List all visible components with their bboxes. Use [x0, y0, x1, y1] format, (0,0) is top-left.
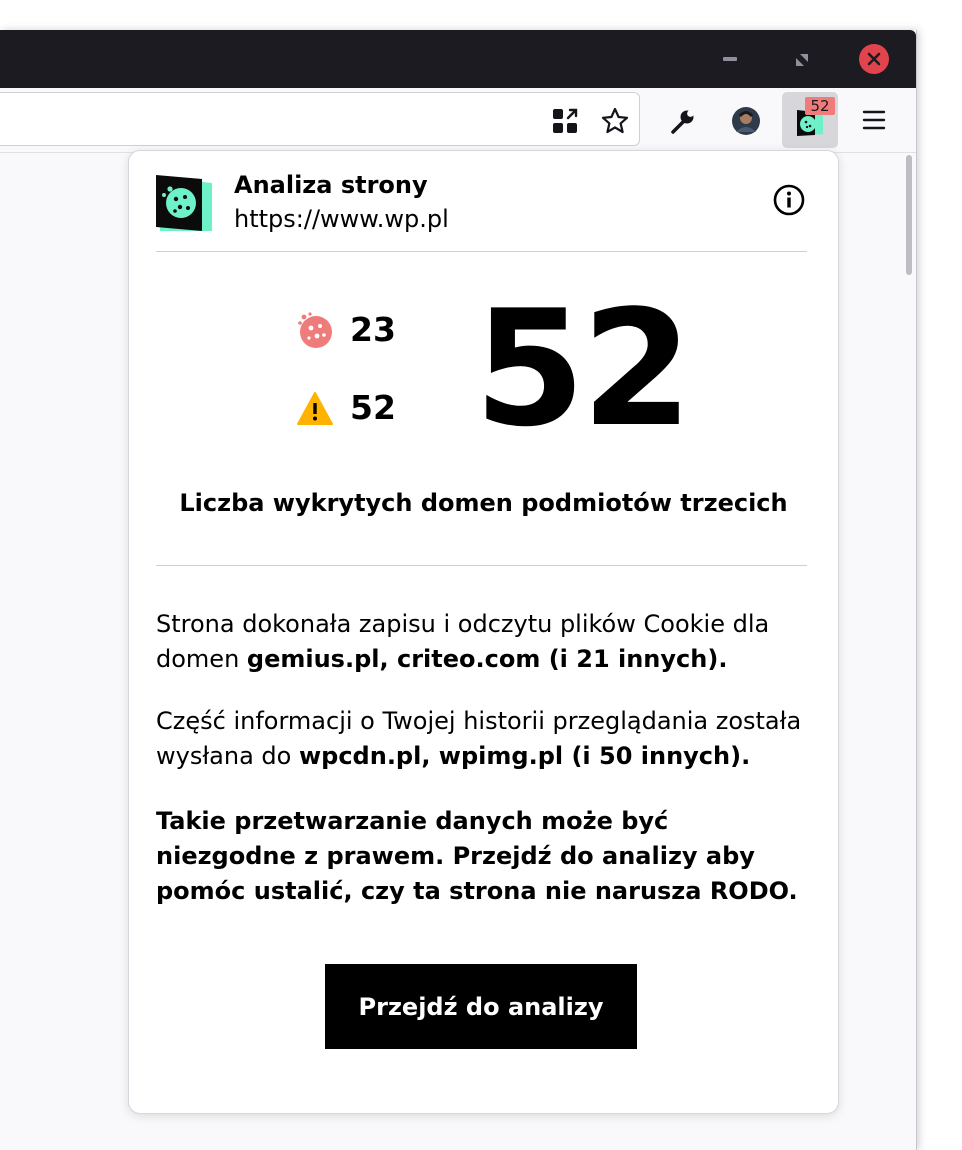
site-url: https://www.wp.pl	[234, 205, 449, 233]
legal-warning: Takie przetwarzanie danych może być niez…	[156, 807, 798, 905]
warning-domain-count: 52	[350, 388, 396, 427]
wrench-icon[interactable]	[668, 106, 698, 136]
close-icon[interactable]	[859, 44, 889, 74]
extension-popup: Analiza strony https://www.wp.pl 23 52 5…	[128, 150, 839, 1114]
extension-badge: 52	[805, 97, 835, 115]
stats-divider	[156, 565, 807, 566]
bookmark-star-icon[interactable]	[599, 105, 631, 137]
cookies-paragraph: Strona dokonała zapisu i odczytu plików …	[156, 607, 816, 677]
extensions-grid-icon[interactable]	[550, 106, 580, 136]
minimize-icon[interactable]	[723, 57, 737, 61]
history-paragraph: Część informacji o Twojej historii przeg…	[156, 704, 816, 774]
menu-icon[interactable]	[860, 106, 888, 134]
history-domains: wpcdn.pl, wpimg.pl (i 50 innych).	[298, 742, 751, 770]
profile-avatar[interactable]	[731, 106, 761, 136]
address-bar[interactable]	[0, 92, 640, 146]
cookie-icon	[296, 311, 334, 349]
header-divider	[156, 251, 807, 252]
go-to-analysis-button[interactable]: Przejdź do analizy	[325, 964, 637, 1049]
cookie-domain-count: 23	[350, 310, 396, 349]
extension-logo	[156, 175, 214, 233]
warning-icon	[296, 391, 334, 429]
restore-icon[interactable]	[795, 52, 809, 66]
toolbar: 52	[0, 88, 916, 153]
title-bar	[0, 30, 916, 88]
third-party-domain-total: 52	[474, 275, 693, 462]
popup-title: Analiza strony	[234, 171, 428, 199]
page-scrollbar[interactable]	[906, 155, 912, 275]
info-icon[interactable]	[772, 183, 806, 217]
total-caption: Liczba wykrytych domen podmiotów trzecic…	[179, 489, 788, 517]
cookie-domains: gemius.pl, criteo.com (i 21 innych).	[246, 645, 728, 673]
